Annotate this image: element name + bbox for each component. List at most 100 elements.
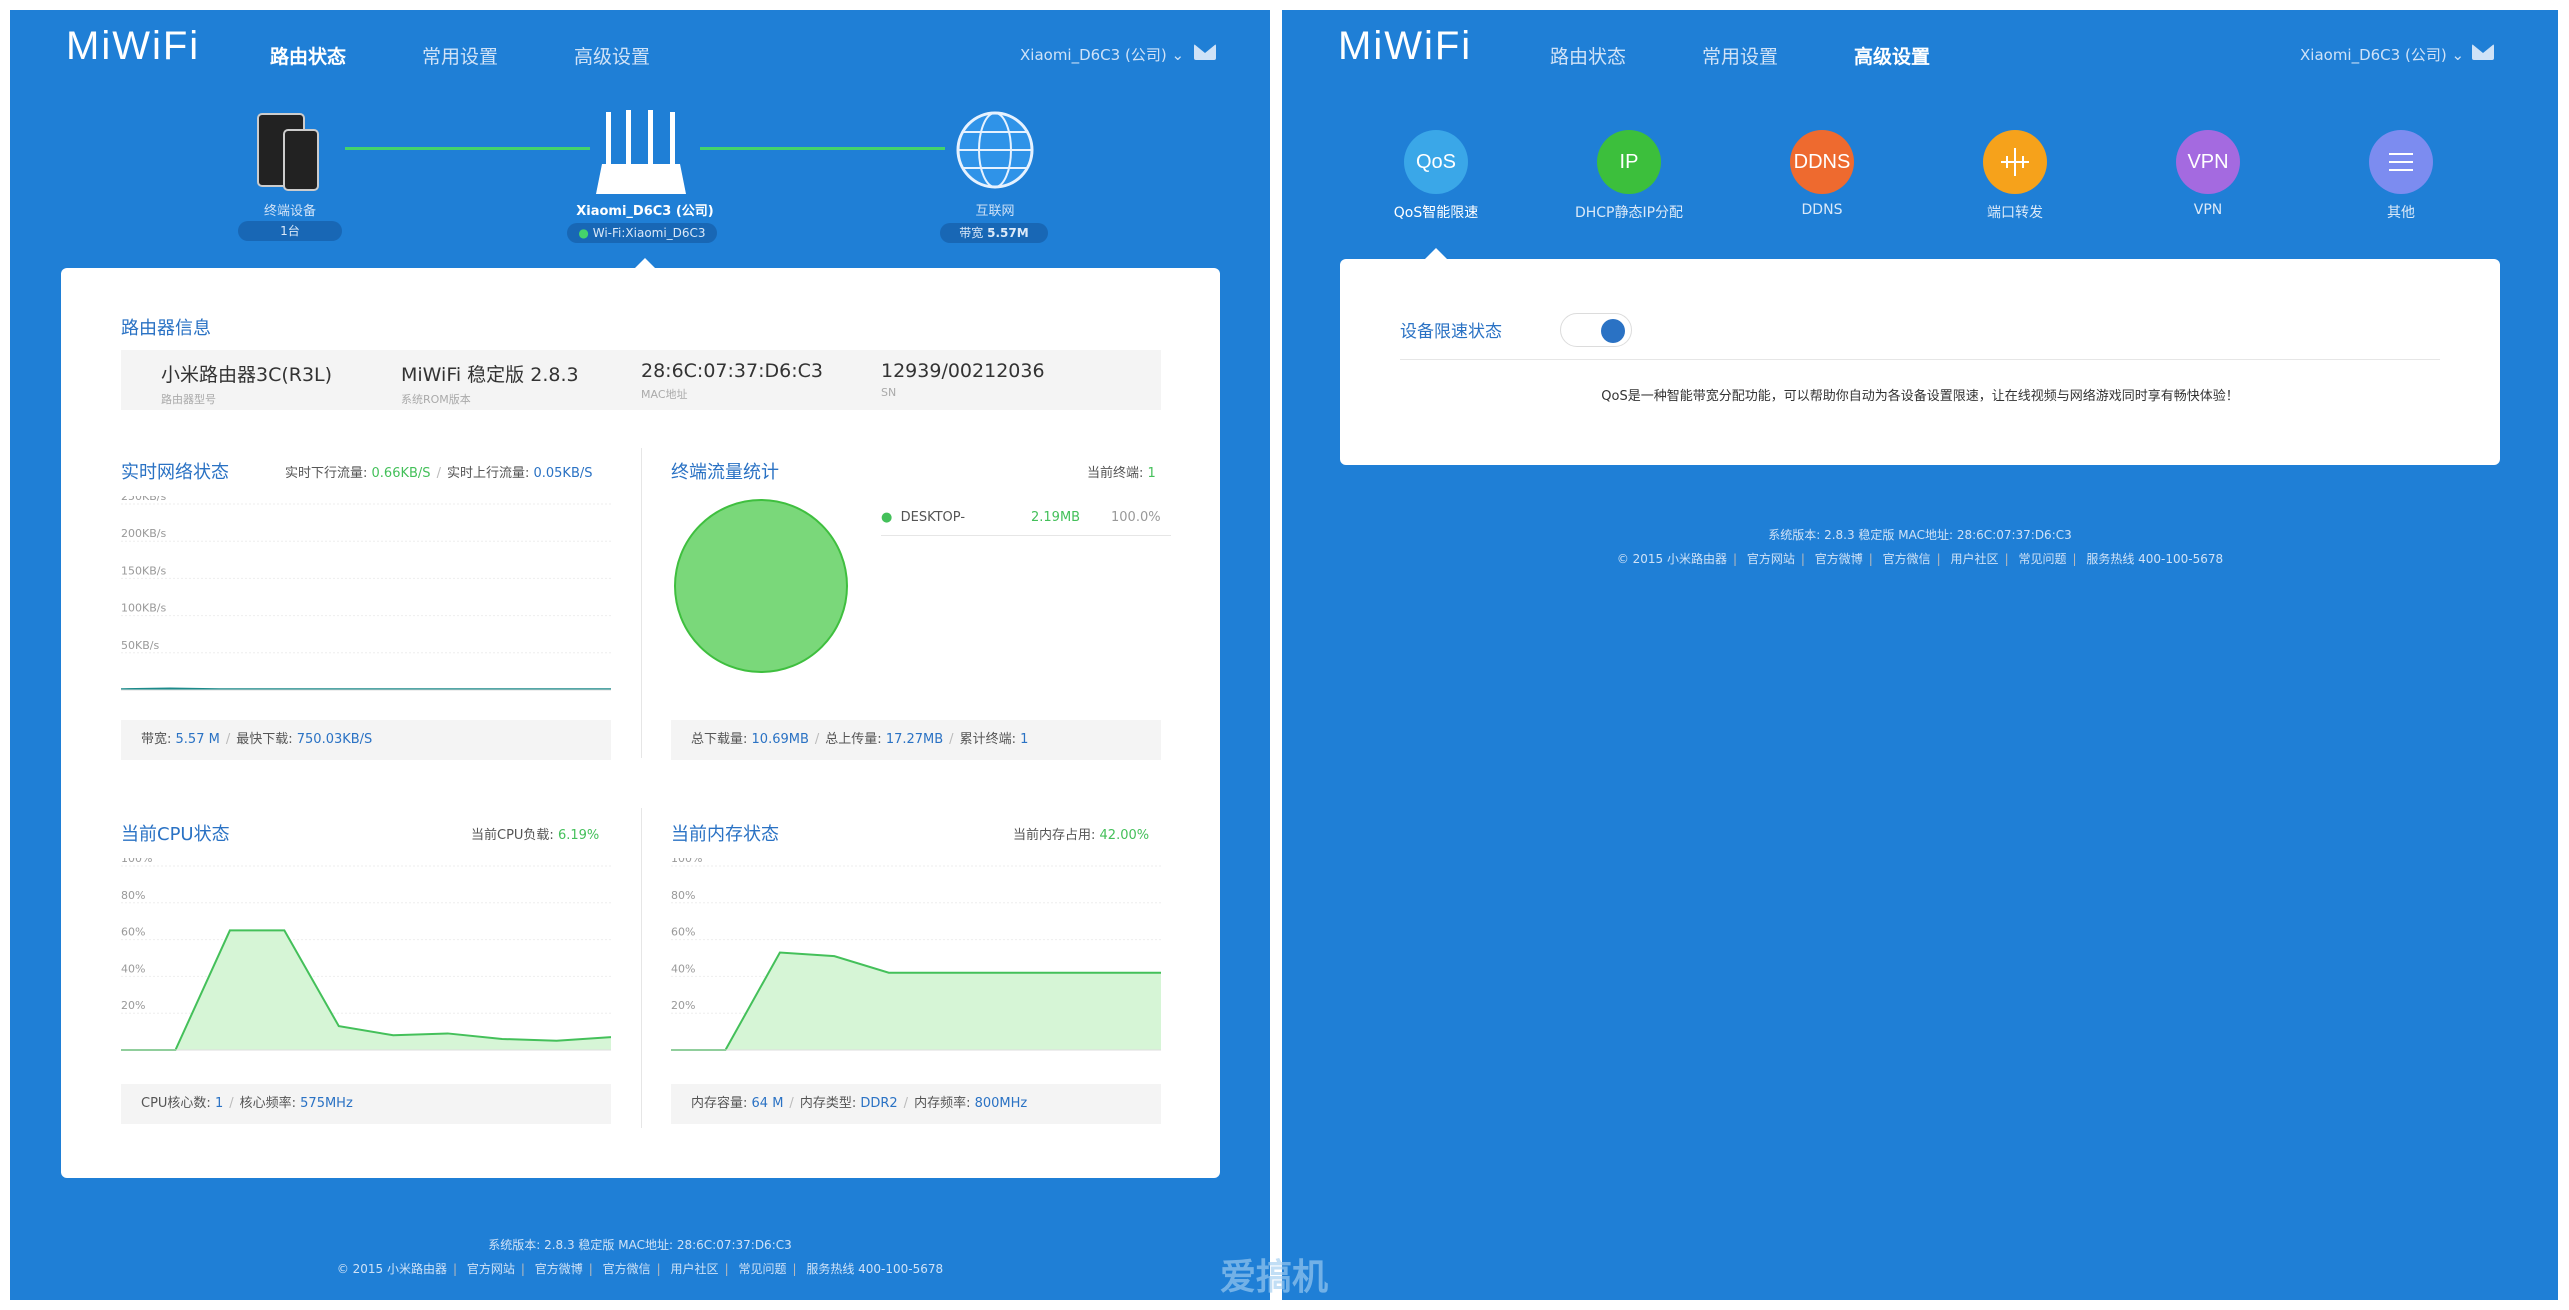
footer-link-wechat[interactable]: 官方微信: [603, 1262, 651, 1276]
memory-usage: 当前内存占用: 42.00%: [1013, 828, 1150, 843]
nav-advanced-settings[interactable]: 高级设置: [1854, 42, 1930, 69]
app-port-forward[interactable]: 端口转发: [1940, 130, 2090, 222]
divider: [641, 808, 642, 1128]
qos-toggle[interactable]: [1560, 313, 1632, 347]
footer-link-website[interactable]: 官方网站: [1747, 552, 1795, 566]
chevron-down-icon: ⌄: [1171, 46, 1185, 64]
mail-icon[interactable]: [2472, 44, 2494, 60]
footer-hotline: 服务热线 400-100-5678: [2086, 552, 2224, 566]
vpn-icon: VPN: [2176, 130, 2240, 194]
nav-router-status[interactable]: 路由状态: [270, 42, 346, 69]
router-name-dropdown[interactable]: Xiaomi_D6C3 (公司) ⌄: [1020, 44, 1184, 65]
app-ddns-label: DDNS: [1801, 202, 1843, 218]
app-ddns[interactable]: DDNS DDNS: [1747, 130, 1897, 218]
net-tick-label: 250KB/s: [121, 496, 166, 503]
network-rates: 实时下行流量: 0.66KB/S / 实时上行流量: 0.05KB/S: [285, 466, 593, 481]
divider: [641, 448, 642, 758]
qos-description: QoS是一种智能带宽分配功能，可以帮助你自动为各设备设置限速，让在线视频与网络游…: [1601, 389, 2239, 404]
wifi-status-dot: ●: [578, 226, 589, 240]
serial-number: 12939/00212036: [881, 360, 1045, 382]
mail-icon[interactable]: [1194, 44, 1216, 60]
cpu-tick-label: 20%: [121, 999, 145, 1012]
footer-link-website[interactable]: 官方网站: [467, 1262, 515, 1276]
globe-icon[interactable]: [955, 110, 1035, 190]
mac-address: 28:6C:07:37:D6:C3: [641, 360, 823, 382]
miwifi-logo: MiWiFi: [1338, 24, 1473, 68]
network-chart: 250KB/s 200KB/s 150KB/s 100KB/s 50KB/s: [121, 496, 611, 691]
mem-tick-label: 80%: [671, 889, 695, 902]
net-tick-label: 50KB/s: [121, 639, 159, 652]
link-line: [345, 147, 590, 150]
app-other[interactable]: 其他: [2326, 130, 2476, 222]
footer-link-community[interactable]: 用户社区: [1951, 552, 1999, 566]
footer-link-weibo[interactable]: 官方微博: [1815, 552, 1863, 566]
net-tick-label: 150KB/s: [121, 564, 166, 577]
mem-tick-label: 20%: [671, 999, 695, 1012]
footer-link-wechat[interactable]: 官方微信: [1883, 552, 1931, 566]
mem-tick-label: 40%: [671, 962, 695, 975]
cpu-area: [121, 930, 611, 1050]
watermark-logo: 爱搞机: [1220, 1257, 1329, 1298]
cpu-tick-label: 60%: [121, 926, 145, 939]
app-dhcp[interactable]: IP DHCP静态IP分配: [1554, 130, 1704, 222]
router-icon[interactable]: [592, 106, 692, 201]
mac-address-label: MAC地址: [641, 388, 688, 401]
wifi-badge: ● Wi-Fi:Xiaomi_D6C3: [567, 223, 717, 243]
cpu-chart: 100% 80% 60% 40% 20%: [121, 858, 611, 1051]
router-model-label: 路由器型号: [161, 393, 216, 406]
nav-router-status[interactable]: 路由状态: [1550, 42, 1626, 69]
app-qos-label: QoS智能限速: [1393, 205, 1479, 221]
devices-icon[interactable]: [254, 110, 324, 200]
footer-version: 系统版本: 2.8.3 稳定版 MAC地址: 28:6C:07:37:D6:C3: [488, 1238, 792, 1252]
copyright: © 2015 小米路由器: [1616, 552, 1727, 566]
app-dhcp-label: DHCP静态IP分配: [1574, 205, 1684, 221]
qos-status-label: 设备限速状态: [1400, 322, 1502, 342]
app-port-forward-label: 端口转发: [1987, 205, 2043, 221]
footer-links: © 2015 小米路由器 | 官方网站 | 官方微博 | 官方微信 | 用户社区 | 常见…: [1616, 552, 2224, 566]
toggle-knob: [1601, 319, 1625, 343]
footer-version: 系统版本: 2.8.3 稳定版 MAC地址: 28:6C:07:37:D6:C3: [1768, 528, 2072, 542]
app-vpn[interactable]: VPN VPN: [2133, 130, 2283, 218]
ip-icon: IP: [1597, 130, 1661, 194]
footer-link-faq[interactable]: 常见问题: [738, 1262, 786, 1276]
cpu-status-title: 当前CPU状态: [121, 824, 230, 845]
serial-number-label: SN: [881, 386, 897, 399]
net-tick-label: 200KB/s: [121, 527, 166, 540]
nav-advanced-settings[interactable]: 高级设置: [574, 42, 650, 69]
cpu-tick-label: 100%: [121, 858, 152, 865]
link-line: [700, 147, 945, 150]
cpu-tick-label: 80%: [121, 889, 145, 902]
terminal-count-badge: 1台: [238, 221, 342, 241]
bandwidth-badge: 带宽 5.57M: [940, 223, 1048, 243]
network-status-title: 实时网络状态: [121, 462, 229, 483]
net-series-line: [121, 687, 611, 691]
footer-link-weibo[interactable]: 官方微博: [535, 1262, 583, 1276]
footer-link-faq[interactable]: 常见问题: [2018, 552, 2066, 566]
status-card: 路由器信息 小米路由器3C(R3L) 路由器型号 MiWiFi 稳定版 2.8.3…: [61, 268, 1220, 1178]
mem-tick-label: 100%: [671, 858, 702, 865]
nav-common-settings[interactable]: 常用设置: [422, 42, 498, 69]
device-row[interactable]: ● DESKTOP- 2.19MB 100.0%: [881, 510, 1171, 536]
memory-chart: 100% 80% 60% 40% 20%: [671, 858, 1161, 1051]
advanced-settings-panel: MiWiFi 路由状态 常用设置 高级设置 Xiaomi_D6C3 (公司) ⌄…: [1282, 10, 2558, 1300]
memory-status-title: 当前内存状态: [671, 824, 779, 845]
footer-link-community[interactable]: 用户社区: [671, 1262, 719, 1276]
cpu-stats-bar: CPU核心数: 1/核心频率: 575MHz: [121, 1084, 611, 1124]
nav-common-settings[interactable]: 常用设置: [1702, 42, 1778, 69]
router-name-dropdown[interactable]: Xiaomi_D6C3 (公司) ⌄: [2300, 44, 2464, 65]
terminal-traffic-title: 终端流量统计: [671, 462, 779, 483]
pie-slice-desktop: [674, 499, 848, 673]
app-qos[interactable]: QoS QoS智能限速: [1361, 130, 1511, 222]
router-label: Xiaomi_D6C3 (公司): [576, 204, 714, 219]
miwifi-logo: MiWiFi: [66, 24, 201, 68]
qos-card: 设备限速状态 QoS是一种智能带宽分配功能，可以帮助你自动为各设备设置限速，让在…: [1340, 259, 2500, 465]
terminal-label: 终端设备: [263, 204, 316, 219]
app-other-label: 其他: [2387, 205, 2415, 221]
rom-version: MiWiFi 稳定版 2.8.3: [401, 364, 579, 386]
cpu-load: 当前CPU负载: 6.19%: [471, 828, 600, 843]
menu-icon: [2369, 130, 2433, 194]
net-tick-label: 100KB/s: [121, 602, 166, 615]
terminal-count: 当前终端: 1: [1087, 466, 1156, 481]
memory-stats-bar: 内存容量: 64 M / 内存类型: DDR2/内存频率: 800MHz: [671, 1084, 1161, 1124]
copyright: © 2015 小米路由器: [336, 1262, 447, 1276]
